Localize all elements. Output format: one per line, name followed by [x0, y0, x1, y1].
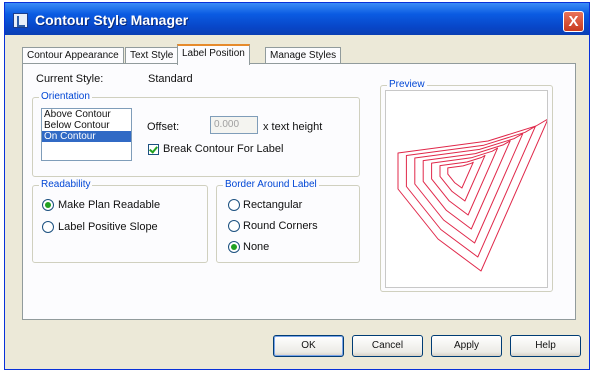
break-contour-checkbox[interactable] [148, 144, 159, 155]
make-plan-readable-radio[interactable] [42, 199, 54, 211]
title-bar[interactable]: Contour Style Manager X [5, 3, 589, 35]
current-style-value: Standard [148, 73, 193, 85]
border-around-label-legend: Border Around Label [223, 179, 319, 190]
tab-label-position[interactable]: Label Position [177, 44, 250, 65]
contour-line [397, 118, 549, 272]
label-positive-slope-radio[interactable] [42, 221, 54, 233]
break-contour-label: Break Contour For Label [163, 143, 284, 155]
offset-unit-label: x text height [263, 121, 323, 133]
make-plan-readable-label: Make Plan Readable [58, 199, 161, 211]
list-item-on-contour[interactable]: On Contour [42, 131, 131, 142]
round-corners-label: Round Corners [243, 220, 318, 232]
tab-text-style[interactable]: Text Style [125, 47, 179, 64]
tab-manage-styles[interactable]: Manage Styles [265, 47, 342, 64]
label-positive-slope-label: Label Positive Slope [58, 221, 158, 233]
close-icon: X [568, 13, 579, 30]
list-item-above-contour[interactable]: Above Contour [42, 109, 131, 120]
round-corners-radio[interactable] [228, 220, 240, 232]
readability-legend: Readability [39, 179, 93, 190]
current-style-label: Current Style: [36, 73, 104, 85]
rectangular-label: Rectangular [243, 199, 303, 211]
preview-canvas [385, 90, 549, 288]
orientation-legend: Orientation [39, 91, 92, 102]
preview-legend: Preview [387, 79, 427, 90]
tab-contour-appearance[interactable]: Contour Appearance [22, 47, 124, 64]
none-label: None [243, 241, 270, 253]
close-button[interactable]: X [563, 11, 584, 32]
offset-label: Offset: [147, 121, 180, 133]
contour-app-icon [13, 13, 28, 28]
contour-preview-drawing [397, 118, 549, 272]
ok-button[interactable]: OK [273, 335, 344, 357]
contour-line [447, 161, 474, 189]
orientation-listbox[interactable]: Above Contour Below Contour On Contour [41, 108, 132, 161]
cancel-button[interactable]: Cancel [352, 335, 423, 357]
apply-button[interactable]: Apply [431, 335, 502, 357]
list-item-below-contour[interactable]: Below Contour [42, 120, 131, 131]
window-title: Contour Style Manager [35, 12, 189, 28]
contour-line [439, 154, 486, 202]
offset-input[interactable]: 0.000 [210, 116, 258, 134]
help-button[interactable]: Help [510, 335, 581, 357]
rectangular-radio[interactable] [228, 199, 240, 211]
none-radio[interactable] [228, 241, 240, 253]
